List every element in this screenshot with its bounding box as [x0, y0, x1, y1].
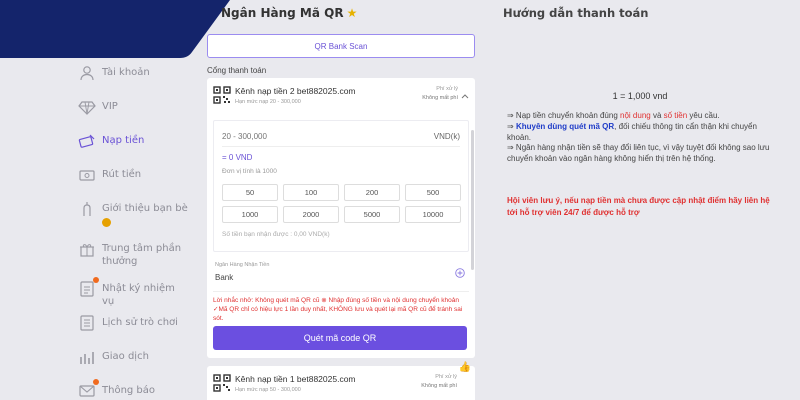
notification-dot — [93, 277, 99, 283]
amount-unit: VND(k) — [433, 132, 460, 141]
fee-value: Không mất phí — [422, 95, 458, 101]
fee-label: Phí xử lý — [436, 86, 458, 92]
referral-icon — [83, 202, 91, 216]
sidebar-item-label: Tài khoản — [102, 67, 150, 78]
sidebar-item-label: Rút tiền — [102, 169, 142, 180]
sidebar-item-label: VIP — [102, 101, 118, 112]
guide-line: ⇒ Nạp tiền chuyển khoản đúng nội dung và… — [507, 111, 720, 120]
chevron-up-icon[interactable] — [461, 92, 469, 100]
scrollbar[interactable] — [471, 130, 474, 270]
game-history-icon — [80, 315, 94, 331]
task-log-icon — [78, 277, 99, 298]
thumbs-up-icon: 👍 — [458, 362, 471, 373]
sidebar: Tài khoản VIP Nạp tiền Rút tiền Giới thi… — [60, 62, 190, 400]
mail-icon — [78, 379, 99, 400]
sidebar-item-label: Lịch sử trò chơi — [102, 317, 178, 328]
amount-chip[interactable]: 1000 — [222, 206, 278, 223]
warning-text: Lời nhắc nhở: Không quét mã QR cũ ⊗ Nhập… — [213, 297, 463, 322]
scan-qr-button[interactable]: Quét mã code QR — [213, 326, 467, 350]
bank-label: Ngân Hàng Nhận Tiền — [215, 262, 270, 268]
plus-circle-icon[interactable] — [455, 268, 465, 278]
sidebar-item-notifications[interactable]: Thông báo — [60, 379, 190, 400]
diamond-icon — [78, 101, 96, 115]
user-icon — [80, 66, 94, 81]
amount-chip[interactable]: 500 — [405, 184, 461, 201]
sidebar-item-deposit[interactable]: Nạp tiền — [60, 130, 190, 164]
amount-chip[interactable]: 2000 — [283, 206, 339, 223]
channel-limit: Hạn mức nạp 50 - 300,000 — [235, 387, 301, 393]
star-icon: ★ — [346, 6, 358, 20]
amount-input[interactable] — [222, 132, 372, 141]
received-amount: Số tiền bạn nhận được : 0,00 VND(k) — [222, 231, 330, 238]
channel-header[interactable]: Kênh nạp tiền 2 bet882025.com Hạn mức nạ… — [207, 78, 475, 114]
gift-icon — [80, 244, 94, 257]
guide-note: Hội viên lưu ý, nếu nạp tiền mà chưa đượ… — [507, 196, 770, 217]
amount-chip[interactable]: 50 — [222, 184, 278, 201]
bank-value: Bank — [215, 273, 234, 282]
sidebar-item-label: Giao dịch — [102, 351, 149, 362]
sidebar-item-rewards[interactable]: Trung tâm phần thưởng — [60, 238, 190, 278]
guide-line: ⇒ Khuyên dùng quét mã QR, đối chiếu thôn… — [507, 121, 757, 142]
amount-chip[interactable]: 100 — [283, 184, 339, 201]
amount-chips: 50 100 200 500 1000 2000 5000 10000 — [222, 184, 461, 223]
amount-chip[interactable]: 200 — [344, 184, 400, 201]
qr-code-icon — [213, 86, 231, 104]
exchange-rate: 1 = 1,000 vnd — [612, 91, 668, 101]
guide-line: ⇒ Ngân hàng nhận tiền sẽ thay đổi liên t… — [507, 143, 770, 164]
header-banner — [0, 0, 230, 58]
channel-name: Kênh nạp tiền 1 bet882025.com — [235, 374, 356, 384]
channel-name: Kênh nạp tiền 2 bet882025.com — [235, 86, 356, 96]
sidebar-item-account[interactable]: Tài khoản — [60, 62, 190, 96]
sidebar-item-label: Giới thiệu bạn bè — [102, 202, 188, 228]
transaction-icon — [80, 352, 94, 364]
sidebar-item-label: Trung tâm phần thưởng — [102, 243, 182, 267]
qr-code-icon — [213, 374, 231, 392]
sidebar-item-transactions[interactable]: Giao dịch — [60, 346, 190, 380]
qr-bank-scan-button[interactable]: QR Bank Scan — [207, 34, 475, 58]
page-title: Ngân Hàng Mã QR ★ — [221, 6, 358, 20]
guide-title: Hướng dẫn thanh toán — [503, 6, 649, 20]
fee-value: Không mất phí — [421, 383, 457, 389]
notification-dot — [93, 379, 99, 385]
sidebar-item-label: Thông báo — [102, 385, 156, 396]
equivalent-amount: = 0 VND — [222, 153, 253, 162]
withdraw-icon — [79, 170, 95, 181]
guide-instructions: ⇒ Nạp tiền chuyển khoản đúng nội dung và… — [507, 111, 777, 165]
channel-limit: Hạn mức nạp 20 - 300,000 — [235, 99, 301, 105]
sidebar-item-withdraw[interactable]: Rút tiền — [60, 164, 190, 198]
coin-icon — [102, 217, 111, 227]
section-label: Cổng thanh toán — [207, 66, 267, 75]
amount-form: VND(k) = 0 VND Đơn vị tính là 1000 50 10… — [213, 120, 469, 252]
deposit-panel: Ngân Hàng Mã QR ★ QR Bank Scan Cổng than… — [207, 0, 475, 400]
amount-chip[interactable]: 10000 — [405, 206, 461, 223]
sidebar-item-referral[interactable]: Giới thiệu bạn bè — [60, 198, 190, 238]
amount-chip[interactable]: 5000 — [344, 206, 400, 223]
sidebar-item-label: Nhật ký nhiệm vụ — [102, 283, 175, 307]
channel-card: Kênh nạp tiền 2 bet882025.com Hạn mức nạ… — [207, 78, 475, 358]
sidebar-item-game-history[interactable]: Lịch sử trò chơi — [60, 312, 190, 346]
sidebar-item-vip[interactable]: VIP — [60, 96, 190, 130]
sidebar-item-task-log[interactable]: Nhật ký nhiệm vụ — [60, 277, 190, 312]
bank-select[interactable]: Ngân Hàng Nhận Tiền Bank — [213, 258, 469, 292]
unit-note: Đơn vị tính là 1000 — [222, 168, 277, 175]
deposit-icon — [78, 134, 95, 148]
sidebar-item-label: Nạp tiền — [102, 135, 145, 146]
channel-card[interactable]: Kênh nạp tiền 1 bet882025.com Hạn mức nạ… — [207, 362, 475, 400]
fee-label: Phí xử lý — [435, 374, 457, 380]
